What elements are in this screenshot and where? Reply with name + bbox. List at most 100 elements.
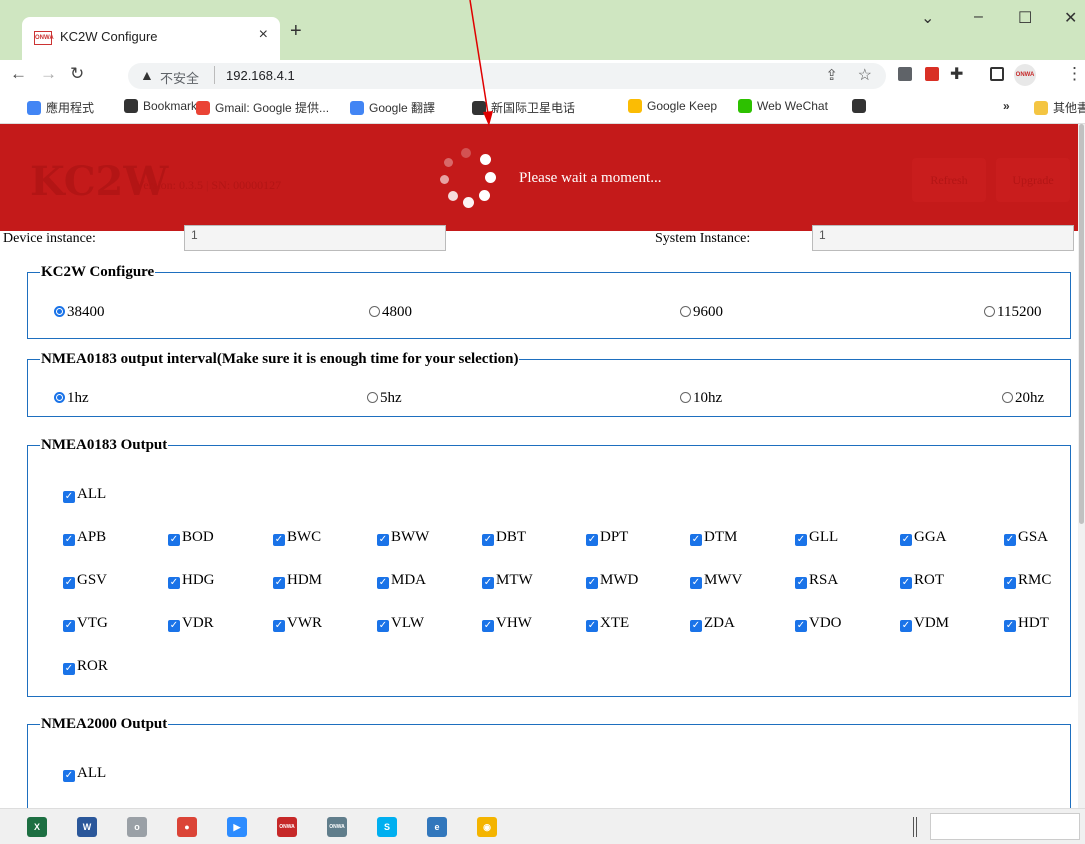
nmea0183-checkbox-vdr[interactable]: ✓ VDR xyxy=(168,615,214,632)
profile-avatar[interactable]: ONWA xyxy=(1014,64,1036,86)
nmea0183-checkbox-bww[interactable]: ✓ BWW xyxy=(377,529,429,546)
chrome-icon[interactable]: ● xyxy=(177,817,197,837)
checkbox-checked-icon[interactable]: ✓ xyxy=(273,620,285,632)
paint-icon[interactable]: ◉ xyxy=(477,817,497,837)
radio-icon[interactable] xyxy=(369,306,380,317)
checkbox-checked-icon[interactable]: ✓ xyxy=(168,620,180,632)
nmea0183-checkbox-gsa[interactable]: ✓ GSA xyxy=(1004,529,1048,546)
checkbox-checked-icon[interactable]: ✓ xyxy=(377,577,389,589)
checkbox-checked-icon[interactable]: ✓ xyxy=(586,620,598,632)
nmea0183-checkbox-rsa[interactable]: ✓ RSA xyxy=(795,572,838,589)
close-window-button[interactable]: ✕ xyxy=(1064,8,1077,28)
side-panel-icon[interactable] xyxy=(990,67,1004,81)
bookmark-item[interactable]: Google 翻譯 xyxy=(350,99,435,116)
checkbox-checked-icon[interactable]: ✓ xyxy=(690,620,702,632)
taskbar-search-box[interactable] xyxy=(930,813,1080,840)
extension-icon[interactable] xyxy=(898,67,912,81)
nmea0183-checkbox-hdm[interactable]: ✓ HDM xyxy=(273,572,322,589)
tab-search-icon[interactable]: ⌄ xyxy=(921,8,934,28)
nmea0183-checkbox-xte[interactable]: ✓ XTE xyxy=(586,615,629,632)
browser-tab[interactable]: ONWA KC2W Configure × xyxy=(22,17,280,60)
nmea0183-checkbox-zda[interactable]: ✓ ZDA xyxy=(690,615,735,632)
checkbox-checked-icon[interactable]: ✓ xyxy=(1004,534,1016,546)
checkbox-checked-icon[interactable]: ✓ xyxy=(63,491,75,503)
checkbox-checked-icon[interactable]: ✓ xyxy=(63,534,75,546)
nmea0183-checkbox-vlw[interactable]: ✓ VLW xyxy=(377,615,424,632)
checkbox-checked-icon[interactable]: ✓ xyxy=(900,620,912,632)
checkbox-checked-icon[interactable]: ✓ xyxy=(63,663,75,675)
checkbox-checked-icon[interactable]: ✓ xyxy=(482,577,494,589)
radio-selected-icon[interactable] xyxy=(54,306,65,317)
menu-kebab-icon[interactable]: ⋮ xyxy=(1066,64,1083,84)
tab-close-icon[interactable]: × xyxy=(259,26,268,44)
checkbox-checked-icon[interactable]: ✓ xyxy=(586,577,598,589)
bookmark-item[interactable]: Web WeChat xyxy=(738,99,828,113)
checkbox-checked-icon[interactable]: ✓ xyxy=(900,577,912,589)
nmea0183-checkbox-dtm[interactable]: ✓ DTM xyxy=(690,529,737,546)
back-arrow-icon[interactable]: ← xyxy=(10,64,27,84)
zoom-icon[interactable]: ▶ xyxy=(227,817,247,837)
nmea0183-checkbox-rmc[interactable]: ✓ RMC xyxy=(1004,572,1051,589)
radio-icon[interactable] xyxy=(367,392,378,403)
onwa-clock-icon[interactable]: ONWA xyxy=(327,817,347,837)
omnibox[interactable]: ▲ 不安全 192.168.4.1 ⇪ ☆ xyxy=(128,63,886,89)
nmea0183-checkbox-vtg[interactable]: ✓ VTG xyxy=(63,615,108,632)
nmea0183-checkbox-dbt[interactable]: ✓ DBT xyxy=(482,529,526,546)
radio-icon[interactable] xyxy=(680,392,691,403)
nmea0183-checkbox-hdt[interactable]: ✓ HDT xyxy=(1004,615,1049,632)
bookmark-item[interactable]: Bookmarks xyxy=(124,99,203,113)
radio-icon[interactable] xyxy=(984,306,995,317)
nmea0183-checkbox-bod[interactable]: ✓ BOD xyxy=(168,529,214,546)
bookmark-item[interactable]: Gmail: Google 提供... xyxy=(196,99,329,116)
interval-option-10hz[interactable]: 10hz xyxy=(680,390,722,407)
nmea0183-checkbox-gll[interactable]: ✓ GLL xyxy=(795,529,838,546)
nmea0183-checkbox-ror[interactable]: ✓ ROR xyxy=(63,658,108,675)
checkbox-checked-icon[interactable]: ✓ xyxy=(690,577,702,589)
scrollbar-thumb[interactable] xyxy=(1079,124,1084,524)
more-bookmarks-button[interactable]: » xyxy=(1003,99,1010,113)
radio-icon[interactable] xyxy=(1002,392,1013,403)
share-icon[interactable]: ⇪ xyxy=(825,66,838,84)
nmea0183-checkbox-mtw[interactable]: ✓ MTW xyxy=(482,572,533,589)
bookmark-item[interactable] xyxy=(852,99,871,113)
bookmark-item[interactable]: 新国际卫星电话 xyxy=(472,99,575,116)
nmea2000-all-checkbox[interactable]: ✓ ALL xyxy=(63,765,106,782)
checkbox-checked-icon[interactable]: ✓ xyxy=(63,620,75,632)
baud-option-4800[interactable]: 4800 xyxy=(369,304,412,321)
bookmark-item[interactable]: 應用程式 xyxy=(27,99,94,116)
checkbox-checked-icon[interactable]: ✓ xyxy=(377,534,389,546)
reload-icon[interactable]: ↻ xyxy=(70,64,84,84)
nmea0183-checkbox-rot[interactable]: ✓ ROT xyxy=(900,572,944,589)
nmea0183-checkbox-vwr[interactable]: ✓ VWR xyxy=(273,615,322,632)
pdf-extension-icon[interactable] xyxy=(925,67,939,81)
bookmark-star-icon[interactable]: ☆ xyxy=(858,65,872,85)
checkbox-checked-icon[interactable]: ✓ xyxy=(1004,620,1016,632)
refresh-button[interactable]: Refresh xyxy=(912,158,986,202)
other-bookmarks-folder[interactable]: 其他書籤 xyxy=(1034,99,1085,116)
nmea0183-checkbox-vdo[interactable]: ✓ VDO xyxy=(795,615,842,632)
checkbox-checked-icon[interactable]: ✓ xyxy=(795,534,807,546)
checkbox-checked-icon[interactable]: ✓ xyxy=(900,534,912,546)
checkbox-checked-icon[interactable]: ✓ xyxy=(168,534,180,546)
checkbox-checked-icon[interactable]: ✓ xyxy=(168,577,180,589)
baud-option-9600[interactable]: 9600 xyxy=(680,304,723,321)
nmea0183-checkbox-dpt[interactable]: ✓ DPT xyxy=(586,529,628,546)
interval-option-5hz[interactable]: 5hz xyxy=(367,390,402,407)
nmea0183-checkbox-mwv[interactable]: ✓ MWV xyxy=(690,572,742,589)
checkbox-checked-icon[interactable]: ✓ xyxy=(586,534,598,546)
forward-arrow-icon[interactable]: → xyxy=(40,64,57,84)
interval-option-20hz[interactable]: 20hz xyxy=(1002,390,1044,407)
radio-icon[interactable] xyxy=(680,306,691,317)
nmea0183-checkbox-vdm[interactable]: ✓ VDM xyxy=(900,615,949,632)
interval-option-1hz[interactable]: 1hz xyxy=(54,390,89,407)
maximize-button[interactable]: ☐ xyxy=(1018,8,1032,28)
checkbox-checked-icon[interactable]: ✓ xyxy=(273,577,285,589)
new-tab-button[interactable]: + xyxy=(290,20,302,43)
checkbox-checked-icon[interactable]: ✓ xyxy=(795,577,807,589)
checkbox-checked-icon[interactable]: ✓ xyxy=(377,620,389,632)
bookmark-item[interactable]: Google Keep xyxy=(628,99,717,113)
nmea0183-checkbox-gga[interactable]: ✓ GGA xyxy=(900,529,947,546)
nmea0183-checkbox-bwc[interactable]: ✓ BWC xyxy=(273,529,321,546)
checkbox-checked-icon[interactable]: ✓ xyxy=(1004,577,1016,589)
url-text[interactable]: 192.168.4.1 xyxy=(226,68,295,83)
